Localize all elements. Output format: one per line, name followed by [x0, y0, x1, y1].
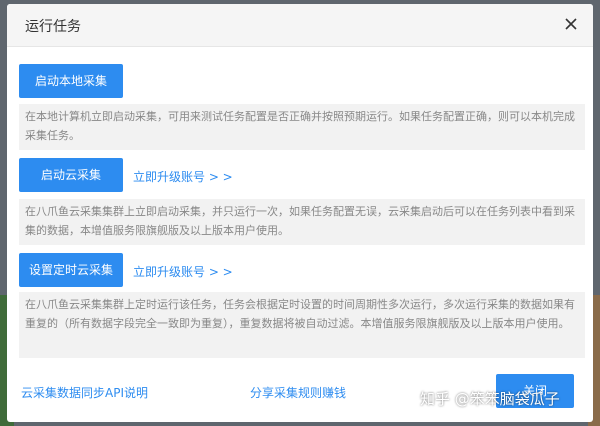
upgrade-account-link-cloud[interactable]: 立即升级账号 > >: [133, 168, 233, 185]
cloud-api-doc-link[interactable]: 云采集数据同步API说明: [21, 384, 148, 401]
close-icon[interactable]: [561, 14, 581, 34]
schedule-cloud-collection-button[interactable]: 设置定时云采集: [19, 253, 123, 287]
scheduled-collection-description: 在八爪鱼云采集集群上定时运行该任务，任务会根据定时设置的时间周期性多次运行，多次…: [19, 292, 585, 358]
start-local-collection-button[interactable]: 启动本地采集: [19, 64, 123, 98]
close-button[interactable]: 关闭: [496, 374, 574, 408]
dialog-titlebar: 运行任务: [7, 4, 593, 47]
start-cloud-collection-button[interactable]: 启动云采集: [19, 158, 123, 192]
run-task-dialog: 运行任务 启动本地采集 在本地计算机立即启动采集，可用来测试任务配置是否正确并按…: [7, 4, 593, 422]
share-rules-link[interactable]: 分享采集规则赚钱: [250, 384, 346, 401]
local-collection-description: 在本地计算机立即启动采集，可用来测试任务配置是否正确并按照预期运行。如果任务配置…: [19, 104, 585, 150]
upgrade-account-link-scheduled[interactable]: 立即升级账号 > >: [133, 263, 233, 280]
cloud-collection-description: 在八爪鱼云采集集群上立即启动采集，并只运行一次，如果任务配置无误，云采集启动后可…: [19, 199, 585, 245]
dialog-title: 运行任务: [25, 19, 81, 35]
